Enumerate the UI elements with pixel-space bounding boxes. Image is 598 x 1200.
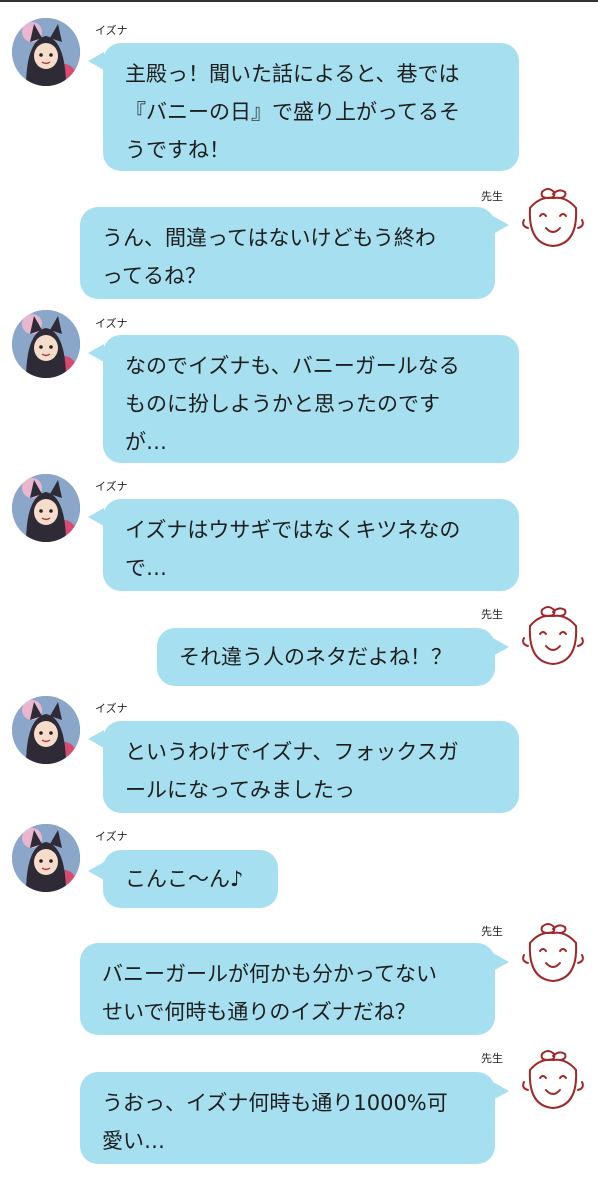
sender-name: イズナ xyxy=(95,480,128,493)
bubble-tail xyxy=(493,638,509,656)
message-bubble[interactable]: こんこ～ん♪ xyxy=(103,850,278,908)
message-bubble[interactable]: 主殿っ！聞いた話によると、巷では 『バニーの日』で盛り上がってるそ うですね！ xyxy=(103,43,519,171)
bubble-tail xyxy=(493,1082,509,1100)
message-bubble[interactable]: うおっ、イズナ何時も通り1000%可 愛い… xyxy=(80,1072,495,1164)
izuna-avatar[interactable] xyxy=(12,310,80,378)
sensei-avatar[interactable] xyxy=(520,921,586,987)
bubble-tail xyxy=(88,344,104,362)
izuna-avatar[interactable] xyxy=(12,824,80,892)
message-bubble[interactable]: バニーガールが何かも分かってない せいで何時も通りのイズナだね？ xyxy=(80,943,495,1035)
sender-name: 先生 xyxy=(481,1052,503,1065)
sensei-avatar[interactable] xyxy=(520,186,586,252)
izuna-avatar[interactable] xyxy=(12,696,80,764)
sender-name: イズナ xyxy=(95,317,128,330)
top-divider xyxy=(0,0,598,2)
sensei-avatar[interactable] xyxy=(520,1048,586,1114)
bubble-tail xyxy=(88,52,104,70)
sender-name: イズナ xyxy=(95,830,128,843)
izuna-avatar[interactable] xyxy=(12,474,80,542)
sensei-avatar[interactable] xyxy=(520,604,586,670)
sender-name: イズナ xyxy=(95,24,128,37)
message-bubble[interactable]: というわけでイズナ、フォックスガ ールになってみましたっ xyxy=(103,721,519,813)
bubble-tail xyxy=(88,508,104,526)
message-bubble[interactable]: なのでイズナも、バニーガールなる ものに扮しようかと思ったのです が… xyxy=(103,335,519,463)
bubble-tail xyxy=(493,216,509,234)
message-bubble[interactable]: うん、間違ってはないけどもう終わ ってるね？ xyxy=(80,207,495,299)
sender-name: 先生 xyxy=(481,608,503,621)
izuna-avatar[interactable] xyxy=(12,18,80,86)
sender-name: 先生 xyxy=(481,190,503,203)
message-bubble[interactable]: イズナはウサギではなくキツネなの で… xyxy=(103,499,519,591)
sender-name: 先生 xyxy=(481,925,503,938)
bubble-tail xyxy=(88,862,104,880)
sender-name: イズナ xyxy=(95,702,128,715)
message-bubble[interactable]: それ違う人のネタだよね！？ xyxy=(157,628,495,686)
bubble-tail xyxy=(493,953,509,971)
bubble-tail xyxy=(88,730,104,748)
